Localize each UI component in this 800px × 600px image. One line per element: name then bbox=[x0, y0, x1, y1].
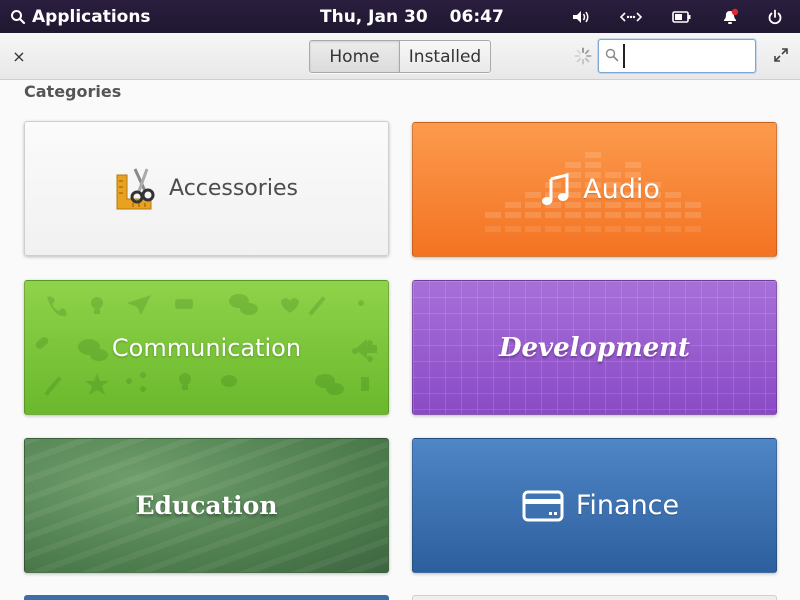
maximize-icon[interactable] bbox=[774, 48, 788, 62]
category-label: Audio bbox=[583, 174, 660, 205]
tab-home[interactable]: Home bbox=[310, 41, 400, 72]
date-label: Thu, Jan 30 bbox=[320, 6, 428, 27]
category-label: Communication bbox=[111, 333, 302, 362]
applications-menu[interactable]: Applications bbox=[10, 0, 151, 33]
tab-installed[interactable]: Installed bbox=[400, 41, 490, 72]
category-communication[interactable]: Communication bbox=[24, 280, 389, 415]
categories-heading: Categories bbox=[24, 82, 122, 101]
battery-icon[interactable] bbox=[670, 0, 694, 33]
category-finance[interactable]: Finance bbox=[412, 438, 777, 573]
search-input[interactable] bbox=[623, 44, 749, 68]
power-icon[interactable] bbox=[763, 0, 787, 33]
notification-bell-icon[interactable] bbox=[718, 0, 742, 33]
category-development[interactable]: Development bbox=[412, 280, 777, 415]
category-audio[interactable]: Audio bbox=[412, 122, 777, 257]
search-icon bbox=[11, 9, 26, 24]
category-card-partial[interactable] bbox=[24, 595, 389, 600]
music-note-icon bbox=[542, 172, 569, 205]
category-accessories[interactable]: Accessories bbox=[24, 121, 389, 256]
category-card-partial[interactable] bbox=[412, 595, 777, 600]
credit-card-icon bbox=[522, 490, 564, 521]
category-label: Development bbox=[498, 332, 691, 363]
search-icon bbox=[605, 48, 619, 62]
view-mode-switch: Home Installed bbox=[309, 40, 491, 73]
volume-icon[interactable] bbox=[569, 0, 593, 33]
close-button[interactable]: × bbox=[10, 45, 28, 67]
datetime-indicator[interactable]: Thu, Jan 30 06:47 bbox=[320, 0, 504, 33]
applications-label: Applications bbox=[32, 6, 151, 27]
time-label: 06:47 bbox=[449, 6, 504, 27]
top-panel: Applications Thu, Jan 30 06:47 bbox=[0, 0, 800, 33]
loading-spinner-icon bbox=[574, 47, 592, 65]
category-label: Accessories bbox=[169, 176, 298, 201]
network-icon[interactable] bbox=[619, 0, 643, 33]
search-field[interactable] bbox=[598, 39, 756, 73]
category-label: Education bbox=[135, 491, 278, 520]
accessories-icon bbox=[116, 167, 155, 209]
category-education[interactable]: Education bbox=[24, 438, 389, 573]
category-label: Finance bbox=[575, 490, 680, 521]
